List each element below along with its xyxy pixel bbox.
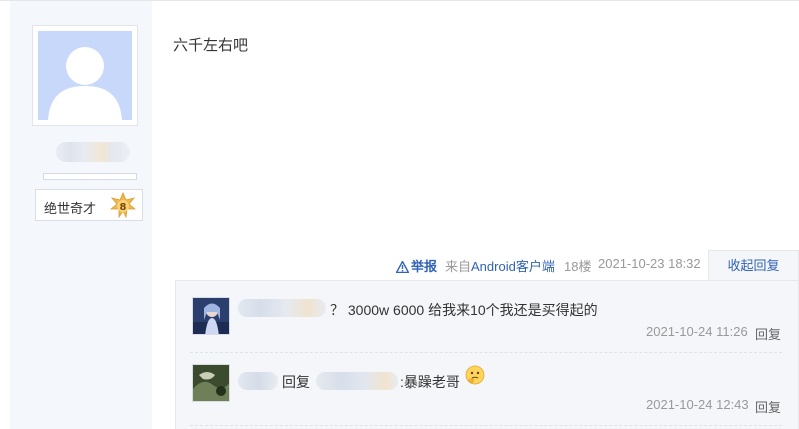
badge-level: 8 bbox=[120, 202, 127, 213]
level-badge[interactable]: 绝世奇才 8 bbox=[35, 189, 143, 221]
post-floor: 18楼 bbox=[564, 259, 592, 274]
mentioned-username-redacted[interactable] bbox=[316, 372, 398, 390]
reply-username-redacted[interactable] bbox=[238, 372, 278, 390]
experience-bar bbox=[43, 173, 137, 180]
post-timestamp: 2021-10-23 18:32 bbox=[598, 256, 701, 271]
user-avatar-image bbox=[193, 365, 229, 401]
author-avatar[interactable] bbox=[32, 25, 138, 126]
reply-divider bbox=[190, 352, 782, 353]
reply-button[interactable]: 回复 bbox=[755, 397, 781, 416]
client-prefix: 来自 bbox=[445, 259, 472, 274]
user-avatar-image bbox=[193, 298, 229, 334]
reply-username-redacted[interactable] bbox=[238, 299, 326, 317]
level-star-icon: 8 bbox=[110, 192, 136, 218]
thinking-face-icon bbox=[465, 365, 485, 385]
badge-title: 绝世奇才 bbox=[44, 201, 97, 216]
warning-icon bbox=[396, 261, 409, 273]
collapse-replies-button[interactable]: 收起回复 bbox=[708, 250, 799, 281]
post-client: 来自Android客户端 bbox=[445, 256, 555, 275]
reply-text: :暴躁老哥 bbox=[400, 374, 460, 390]
reply-timestamp: 2021-10-24 12:43 bbox=[646, 397, 749, 412]
author-sidebar: 绝世奇才 8 bbox=[10, 1, 152, 429]
reply-divider bbox=[190, 425, 782, 426]
reply-timestamp: 2021-10-24 11:26 bbox=[646, 324, 748, 339]
reply-text: ？ 3000w 6000 给我来10个我还是买得起的 bbox=[330, 302, 598, 318]
reply-button[interactable]: 回复 bbox=[755, 324, 781, 343]
report-link[interactable]: 举报 bbox=[396, 256, 437, 275]
reply-prefix: 回复 bbox=[282, 374, 310, 390]
reply-avatar[interactable] bbox=[192, 364, 230, 402]
reply-avatar[interactable] bbox=[192, 297, 230, 335]
report-label: 举报 bbox=[411, 259, 438, 274]
author-username-redacted[interactable] bbox=[56, 142, 130, 162]
default-avatar-icon bbox=[48, 47, 122, 120]
client-link[interactable]: Android客户端 bbox=[471, 259, 555, 274]
post-content: 六千左右吧 bbox=[173, 37, 249, 54]
